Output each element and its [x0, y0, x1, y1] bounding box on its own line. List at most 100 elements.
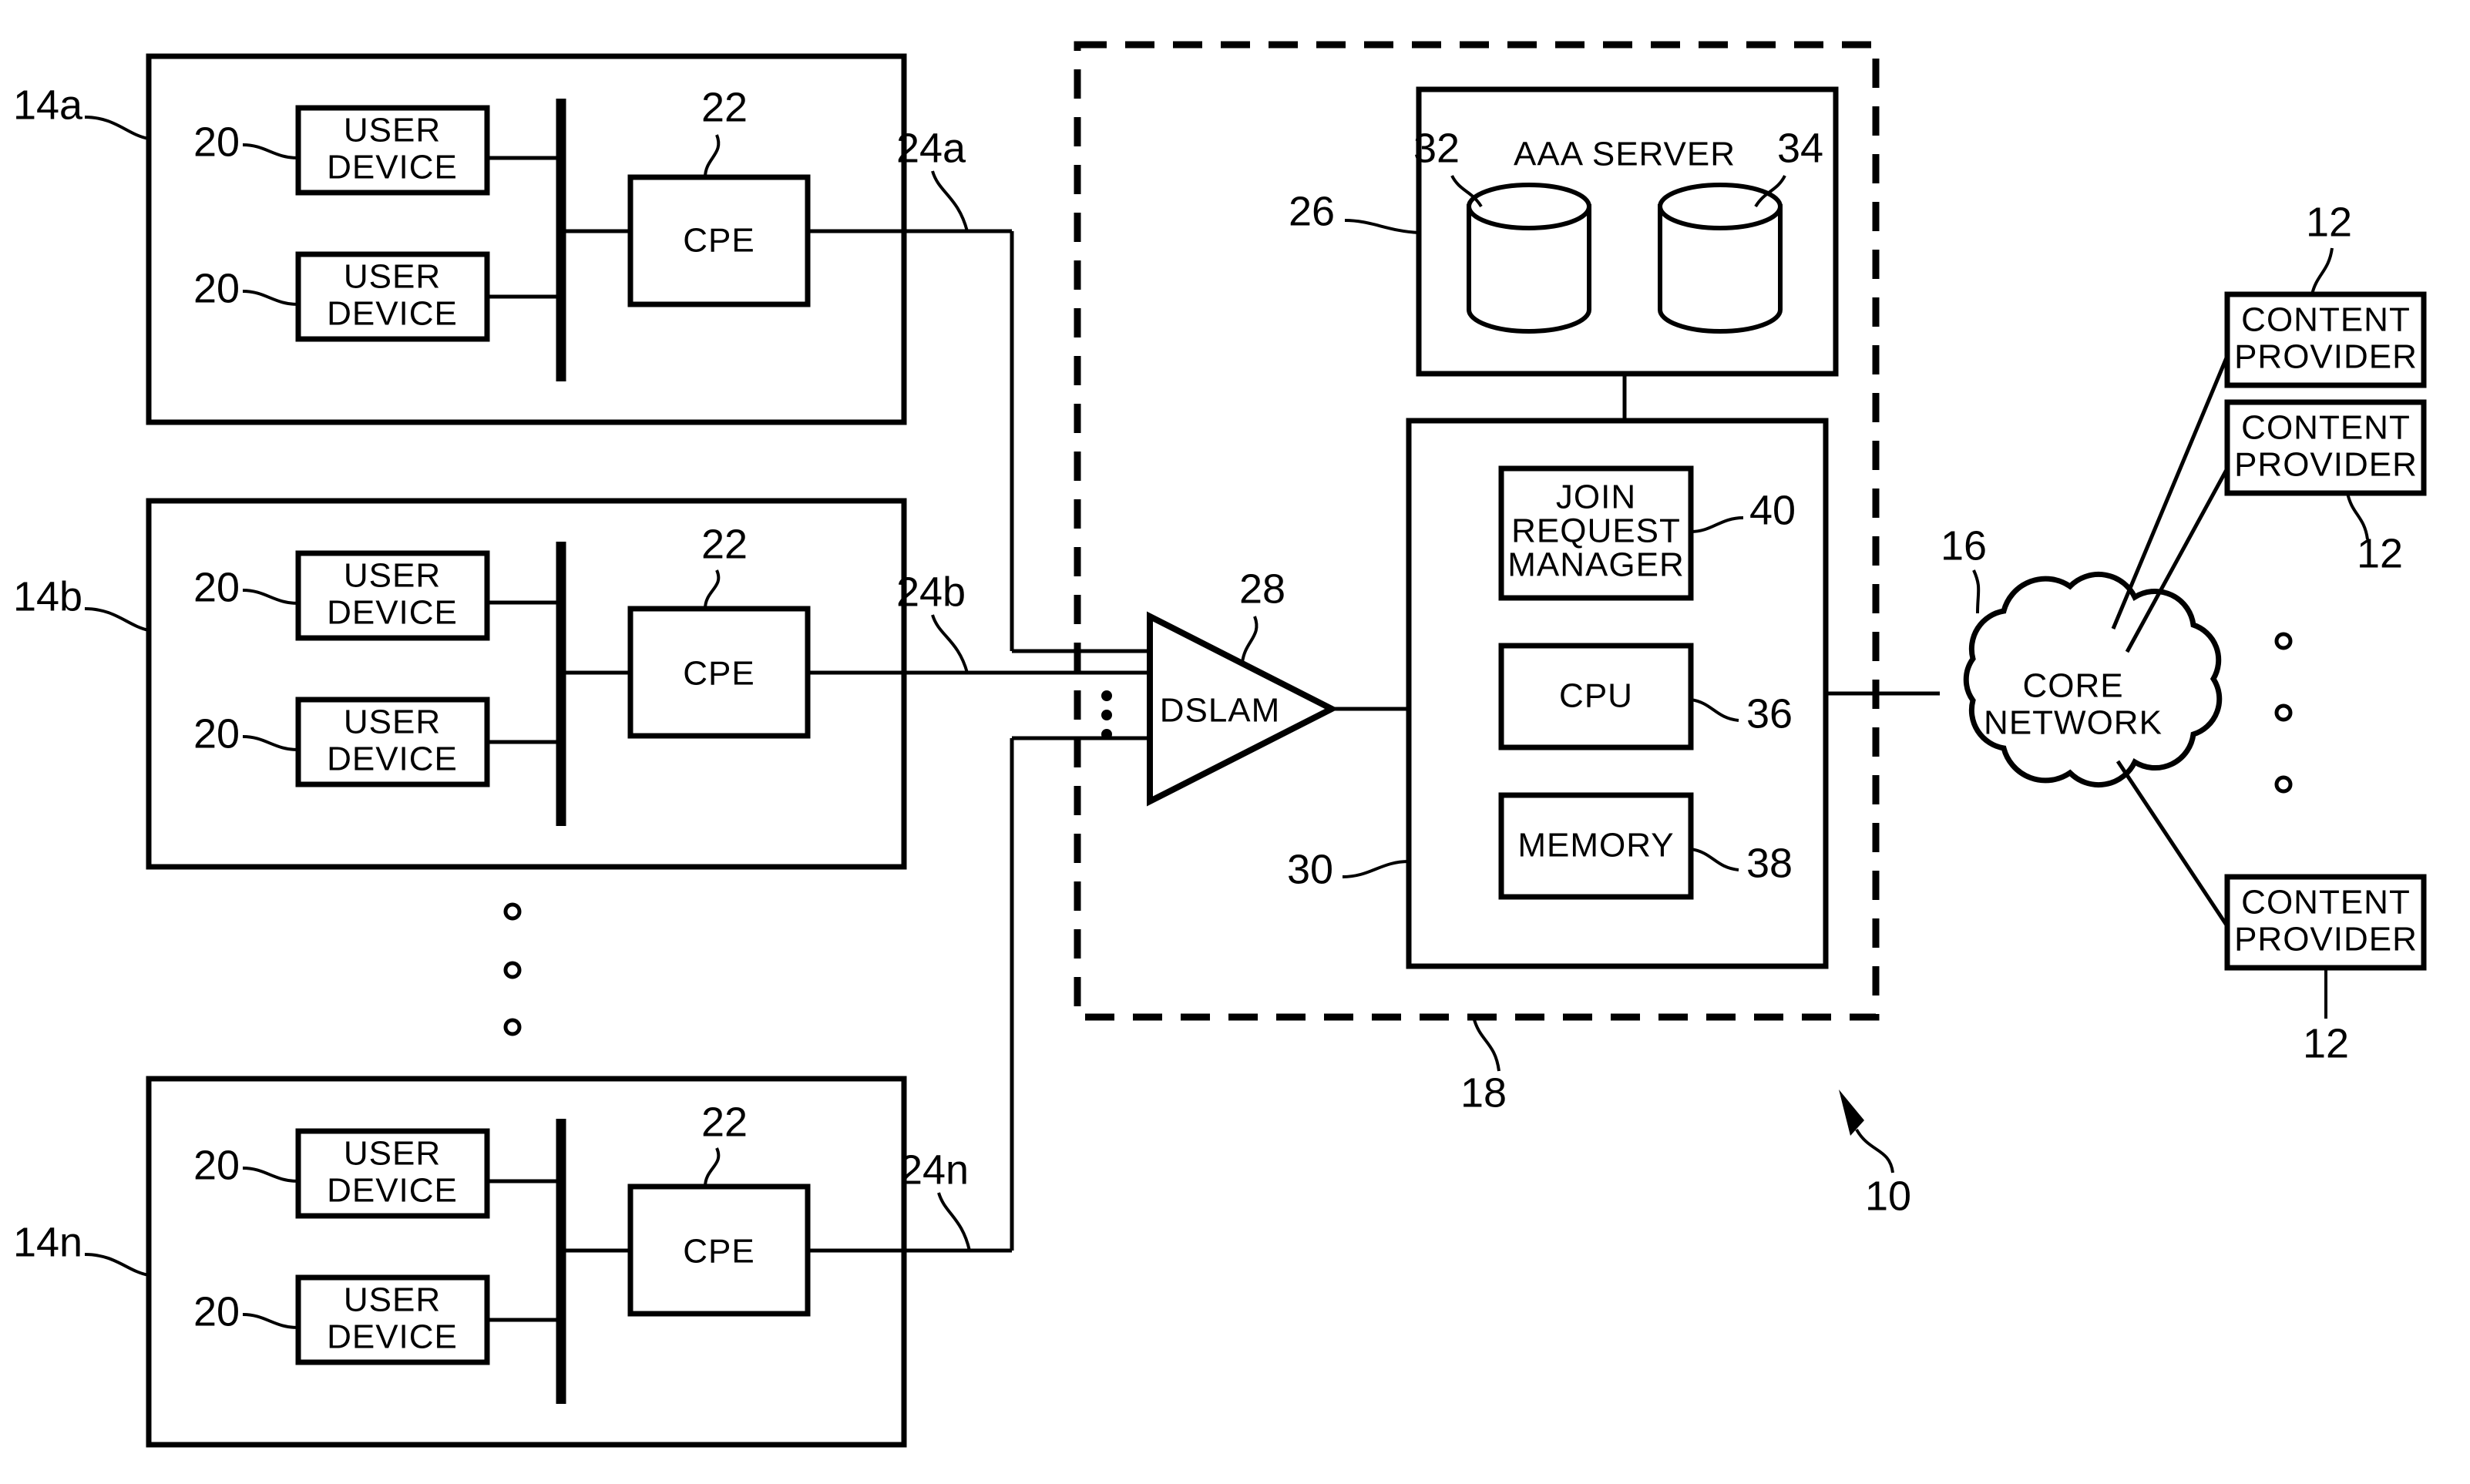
core-network-label-line1: CORE [2022, 667, 2123, 705]
content-provider-ellipsis-dot [2274, 632, 2293, 650]
subscriber-group-14a: USER DEVICE 20 USER DEVICE 20 CPE 22 14a… [13, 53, 1150, 653]
ref-label-20: 20 [193, 119, 240, 165]
patent-figure-canvas: USER DEVICE 20 USER DEVICE 20 CPE 22 14a… [0, 0, 2470, 1484]
ref-12-leader [2310, 247, 2334, 295]
ref-label-28: 28 [1239, 566, 1285, 612]
user-device-label-line1: USER [344, 1281, 441, 1319]
content-provider-ellipsis-dot [2274, 775, 2293, 794]
cpu-label: CPU [1559, 677, 1633, 715]
ref-26-leader [1344, 219, 1420, 234]
ref-label-14n: 14n [13, 1219, 82, 1265]
database-cylinder-32[interactable] [1467, 183, 1591, 334]
database-cylinder-34[interactable] [1658, 183, 1783, 334]
user-device-label-line2: DEVICE [327, 295, 458, 333]
system-arrowhead [1839, 1089, 1864, 1136]
ref-label-22: 22 [701, 521, 748, 567]
dslam-label: DSLAM [1160, 692, 1281, 730]
ref-30-leader [1342, 860, 1410, 878]
ref-20-leader [242, 1167, 299, 1183]
ref-label-32: 32 [1413, 125, 1460, 171]
user-device-label-line2: DEVICE [327, 1318, 458, 1356]
user-device-label-line1: USER [344, 1135, 441, 1173]
ref-20-leader [242, 290, 299, 306]
cpe-label: CPE [683, 222, 754, 260]
content-provider-label-line2: PROVIDER [2234, 446, 2418, 484]
ref-label-24n: 24n [899, 1147, 969, 1193]
ref-20-leader [242, 589, 299, 605]
ref-20-leader [242, 1313, 299, 1329]
content-provider-label-line2: PROVIDER [2234, 921, 2418, 959]
dslam-port-ellipsis-dot [1101, 710, 1112, 720]
ref-label-38: 38 [1746, 840, 1793, 886]
content-provider-label-line1: CONTENT [2241, 409, 2411, 447]
ref-label-16: 16 [1941, 522, 1987, 569]
user-device-label-line2: DEVICE [327, 1172, 458, 1210]
cpe-label: CPE [683, 1233, 754, 1271]
ref-label-20: 20 [193, 1288, 240, 1335]
ref-24b-leader [931, 614, 969, 673]
processor-element[interactable]: JOIN REQUEST MANAGER 40 CPU 36 MEMORY 38… [1287, 418, 1940, 969]
ref-24a-leader [931, 170, 969, 232]
ref-label-36: 36 [1746, 690, 1793, 737]
memory-label: MEMORY [1517, 827, 1674, 865]
user-device-label-line2: DEVICE [327, 740, 458, 778]
ref-label-20: 20 [193, 265, 240, 311]
dslam-port-ellipsis-dot [1101, 690, 1112, 701]
subscriber-group-14b: USER DEVICE 20 USER DEVICE 20 CPE 22 14b… [13, 498, 1150, 870]
ref-22-leader [704, 1147, 721, 1187]
ref-14n-leader [84, 1253, 150, 1277]
cpe-label: CPE [683, 655, 754, 693]
ref-label-24a: 24a [896, 125, 966, 171]
subscriber-group-14n: USER DEVICE 20 USER DEVICE 20 CPE 22 14n… [13, 736, 1150, 1448]
join-request-manager-label-line2: REQUEST [1511, 512, 1681, 550]
ref-label-26: 26 [1289, 188, 1335, 234]
ref-label-12: 12 [2306, 199, 2352, 245]
dslam-port-ellipsis-dot [1101, 729, 1112, 740]
ref-label-30: 30 [1287, 846, 1333, 892]
ref-28-leader [1241, 616, 1259, 663]
ref-label-22: 22 [701, 84, 748, 130]
ref-label-34: 34 [1777, 125, 1823, 171]
user-device-label-line1: USER [344, 557, 441, 595]
user-device-label-line1: USER [344, 703, 441, 741]
ref-label-12: 12 [2357, 530, 2403, 576]
ref-label-24b: 24b [896, 569, 966, 615]
core-to-content-provider-1-link [2111, 355, 2230, 630]
ref-20-leader [242, 735, 299, 751]
core-network-label-line2: NETWORK [1984, 704, 2163, 742]
ref-10-leader [1855, 1128, 1894, 1173]
ref-24n-leader [937, 1192, 971, 1251]
ref-16-leader [1972, 569, 1981, 614]
ref-label-14b: 14b [13, 573, 82, 619]
content-provider-ellipsis-dot [2274, 703, 2293, 722]
content-provider-label-line1: CONTENT [2241, 884, 2411, 922]
join-request-manager-label-line1: JOIN [1556, 478, 1636, 516]
ref-14b-leader [84, 607, 150, 632]
user-device-label-line2: DEVICE [327, 149, 458, 186]
core-to-content-provider-3-link [2115, 760, 2230, 928]
ref-14a-leader [84, 116, 150, 140]
content-provider-label-line2: PROVIDER [2234, 338, 2418, 376]
aaa-server-element[interactable]: AAA SERVER 32 34 26 [1289, 86, 1839, 421]
network-diagram: USER DEVICE 20 USER DEVICE 20 CPE 22 14a… [13, 41, 2427, 1448]
user-device-label-line1: USER [344, 112, 441, 149]
ref-label-20: 20 [193, 710, 240, 757]
ref-label-10: 10 [1865, 1173, 1911, 1219]
ref-label-20: 20 [193, 564, 240, 610]
user-device-label-line2: DEVICE [327, 594, 458, 632]
ref-22-leader [704, 569, 721, 609]
ref-label-12: 12 [2303, 1020, 2349, 1066]
ref-label-20: 20 [193, 1142, 240, 1188]
dslam-element[interactable]: DSLAM 28 [1101, 566, 1409, 807]
system-reference-pointer: 10 [1839, 1089, 1911, 1219]
aaa-server-label: AAA SERVER [1514, 136, 1736, 173]
ref-label-22: 22 [701, 1099, 748, 1145]
group-ellipsis-vertical [503, 902, 522, 1036]
ref-label-14a: 14a [13, 82, 83, 128]
ref-label-40: 40 [1749, 487, 1796, 533]
ref-22-leader [704, 134, 721, 178]
user-device-label-line1: USER [344, 258, 441, 296]
ref-20-leader [242, 143, 299, 159]
ref-label-18: 18 [1460, 1069, 1507, 1116]
join-request-manager-label-line3: MANAGER [1507, 546, 1684, 584]
